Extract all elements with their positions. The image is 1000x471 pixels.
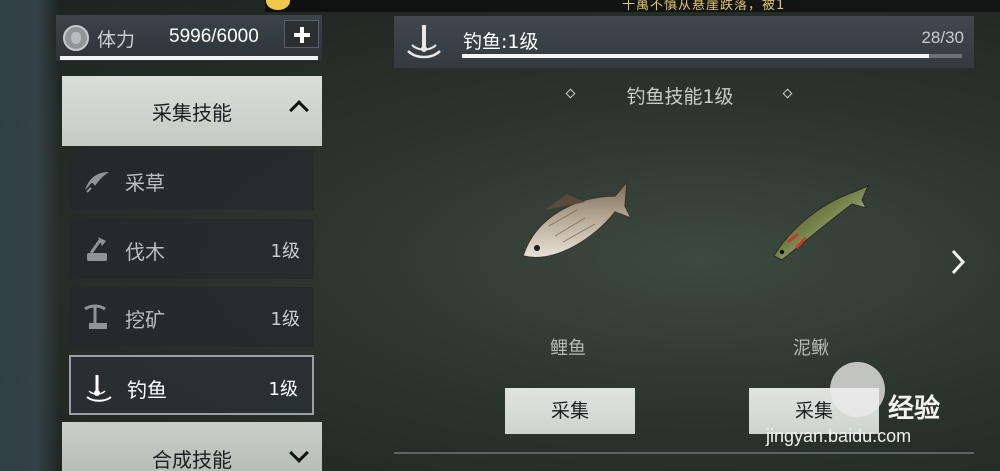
skill-item-mining[interactable]: 挖矿 1级 (69, 287, 314, 347)
watermark-brand: 经验 (888, 394, 941, 424)
bottom-divider (394, 452, 974, 454)
skill-header: 钓鱼:1级 28/30 (394, 16, 974, 68)
stamina-bar (60, 56, 318, 60)
stamina-icon (63, 25, 89, 51)
herb-icon (85, 172, 109, 193)
news-ticker: 十萬不慎从悬崖跌落，被1 (622, 0, 786, 13)
category-gathering-button[interactable]: 采集技能 (62, 76, 322, 146)
left-backdrop (0, 0, 60, 471)
skill-name: 钓鱼 (127, 378, 167, 402)
skill-subtitle: 钓鱼技能1级 (626, 86, 734, 108)
category-crafting-button[interactable]: 合成技能 (62, 422, 322, 471)
chevron-right-icon[interactable] (950, 248, 966, 276)
skill-level: 1级 (270, 309, 300, 330)
axe-icon (87, 237, 107, 261)
skill-item-wood[interactable]: 伐木 1级 (69, 219, 314, 279)
add-stamina-button[interactable] (284, 20, 319, 48)
skill-progress-fill (462, 54, 929, 58)
skill-name: 采草 (125, 171, 165, 195)
skill-level: 1级 (270, 241, 300, 262)
skill-name: 伐木 (125, 240, 165, 264)
collect-loach-button[interactable]: 采集 (749, 388, 879, 434)
carp-icon (522, 180, 633, 258)
pickaxe-icon (84, 304, 107, 329)
skill-name: 挖矿 (125, 308, 165, 332)
loach-icon (773, 185, 869, 261)
category-crafting-label: 合成技能 (152, 448, 232, 471)
stamina-label: 体力 (97, 29, 136, 51)
category-gathering-label: 采集技能 (152, 101, 232, 125)
fishing-icon (86, 375, 112, 402)
skill-progress-count: 28/30 (921, 28, 964, 47)
collect-carp-button[interactable]: 采集 (505, 388, 635, 434)
skill-level: 1级 (268, 379, 298, 400)
stamina-panel: 体力 5996/6000 (56, 15, 322, 61)
fish-name-carp: 鲤鱼 (550, 338, 586, 359)
skill-progress-bar (462, 54, 962, 58)
skill-title: 钓鱼:1级 (463, 31, 539, 53)
fishing-icon (407, 25, 441, 59)
fish-name-loach: 泥鳅 (793, 338, 829, 359)
skill-item-fishing[interactable]: 钓鱼 1级 (69, 355, 314, 415)
stamina-value: 5996/6000 (169, 26, 259, 47)
skill-item-herb[interactable]: 采草 (69, 150, 314, 210)
